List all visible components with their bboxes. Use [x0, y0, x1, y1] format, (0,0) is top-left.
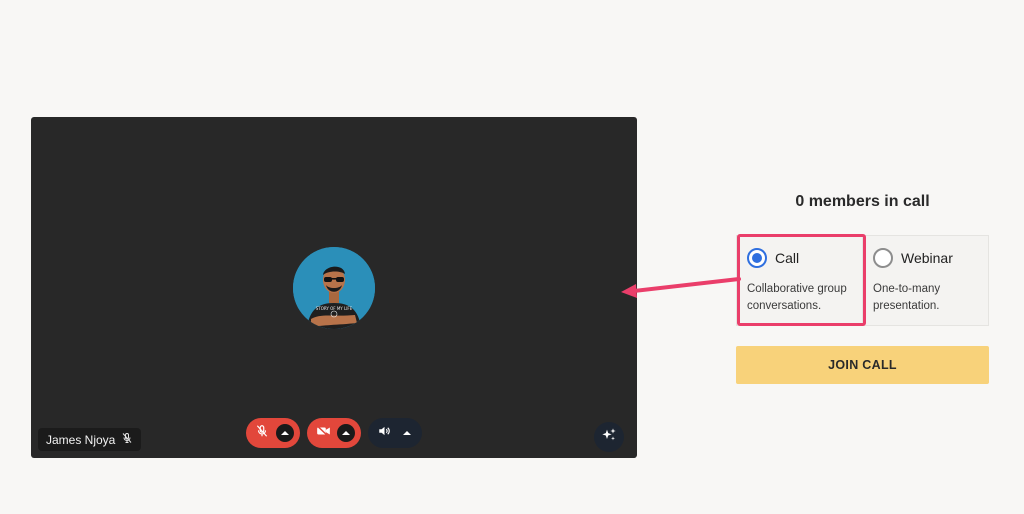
speaker-options-button[interactable] [398, 424, 416, 442]
camera-off-icon [316, 424, 331, 443]
option-label: Webinar [901, 250, 953, 266]
mic-toggle-button[interactable] [246, 418, 300, 448]
mic-options-button[interactable] [276, 424, 294, 442]
option-description: One-to-many presentation. [873, 283, 941, 312]
option-label: Call [775, 250, 800, 266]
join-call-button[interactable]: JOIN CALL [736, 346, 989, 384]
avatar-shirt-text: STORY OF MY LIFE [316, 306, 353, 311]
radio-webinar[interactable] [873, 248, 893, 268]
speaker-button[interactable] [368, 418, 422, 448]
radio-call[interactable] [747, 248, 767, 268]
mic-off-icon [255, 424, 269, 443]
participant-name-tag: James Njoya [38, 428, 142, 451]
chevron-up-icon [342, 431, 350, 435]
call-type-option-webinar[interactable]: Webinar One-to-many presentation. [863, 235, 989, 326]
speaker-icon [377, 424, 392, 443]
option-description: Collaborative group conversations. [747, 283, 847, 312]
chevron-up-icon [281, 431, 289, 435]
avatar-image: STORY OF MY LIFE [293, 247, 375, 329]
chevron-up-icon [403, 431, 411, 435]
members-count: 0 members in call [795, 193, 930, 210]
mic-off-icon [121, 432, 133, 447]
video-preview: STORY OF MY LIFE James Njoya [31, 117, 637, 458]
effects-button[interactable] [594, 422, 624, 452]
camera-options-button[interactable] [337, 424, 355, 442]
camera-toggle-button[interactable] [307, 418, 361, 448]
avatar: STORY OF MY LIFE [293, 247, 375, 329]
media-controls [246, 418, 422, 448]
annotation-arrow-icon [621, 277, 741, 298]
sparkles-icon [601, 427, 617, 448]
call-type-option-call[interactable]: Call Collaborative group conversations. [736, 235, 863, 326]
pre-join-screen: STORY OF MY LIFE James Njoya 0 members i… [0, 0, 1024, 514]
participant-name: James Njoya [46, 432, 116, 447]
